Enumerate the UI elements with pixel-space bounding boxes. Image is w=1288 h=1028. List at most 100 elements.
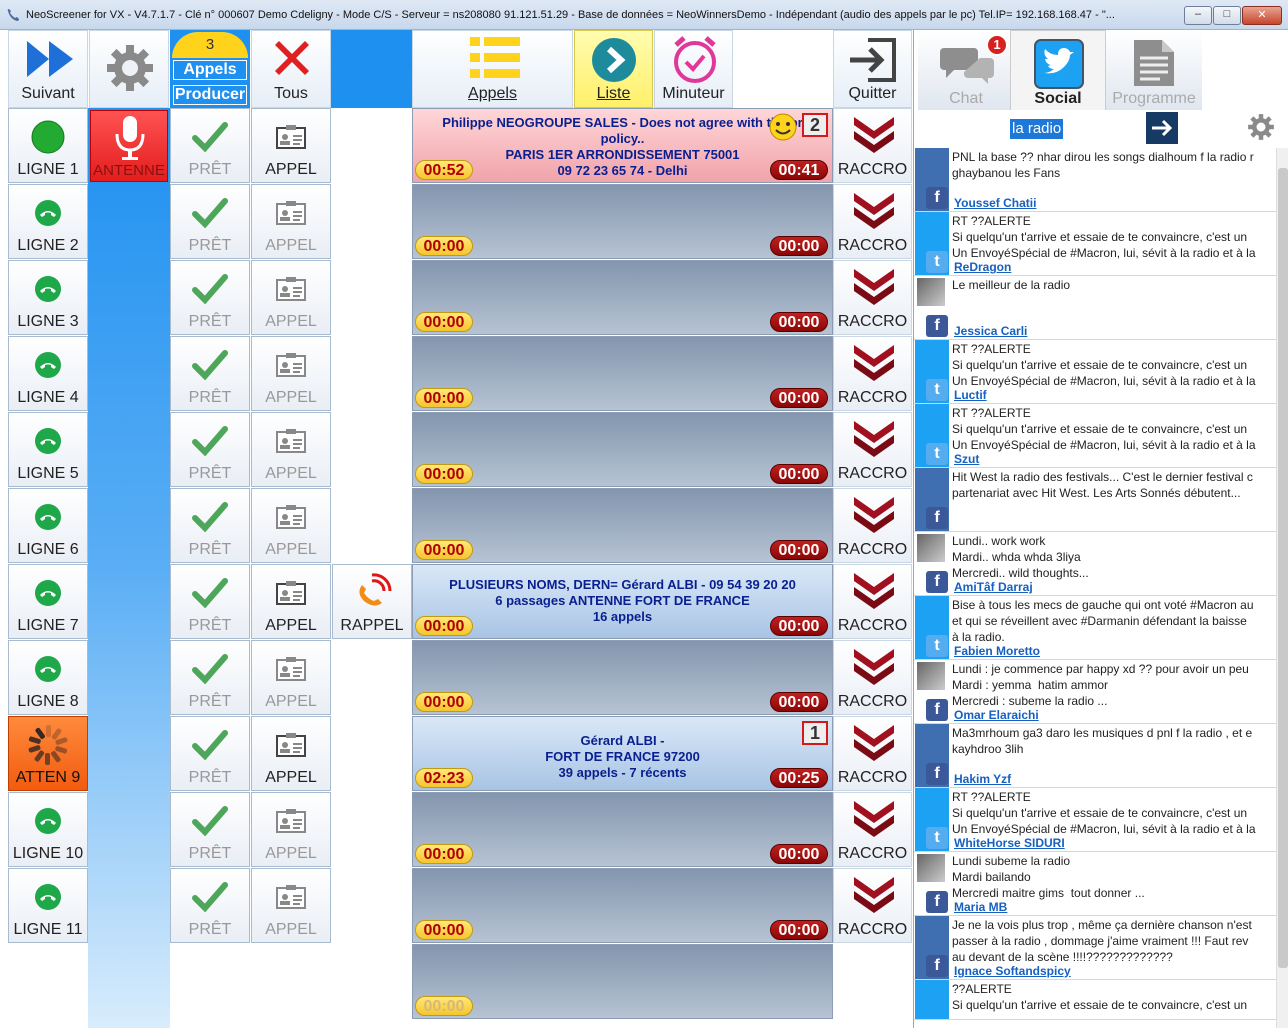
feed-item[interactable]: Lundi : je commence par happy xd ?? pour…	[914, 660, 1276, 724]
appel-button[interactable]: APPEL	[251, 260, 331, 335]
post-author[interactable]: Jessica Carli	[954, 324, 1027, 338]
appel-button[interactable]: APPEL	[251, 108, 331, 183]
feed-item[interactable]: Lundi subeme la radio Mardi bailando Mer…	[914, 852, 1276, 916]
feed-item[interactable]: RT ??ALERTE Si quelqu'un t'arrive et ess…	[914, 212, 1276, 276]
raccro-button[interactable]: RACCRO	[833, 184, 912, 259]
feed-item[interactable]: Le meilleur de la radio f Jessica Carli	[914, 276, 1276, 340]
pret-button[interactable]: PRÊT	[170, 336, 250, 411]
post-author[interactable]: Hakim Yzf	[954, 772, 1011, 786]
tous-button[interactable]: Tous	[251, 30, 331, 108]
feed-item[interactable]: Hit West la radio des festivals... C'est…	[914, 468, 1276, 532]
suivant-button[interactable]: Suivant	[8, 30, 88, 108]
post-author[interactable]: Szut	[954, 452, 979, 466]
raccro-button[interactable]: RACCRO	[833, 412, 912, 487]
post-author[interactable]: Luctif	[954, 388, 987, 402]
feed-item[interactable]: Je ne la vois plus trop , même ça derniè…	[914, 916, 1276, 980]
appel-button[interactable]: APPEL	[251, 716, 331, 791]
pret-button[interactable]: PRÊT	[170, 488, 250, 563]
appels-producer-button[interactable]: 3 Appels Producer	[170, 30, 250, 108]
raccro-button[interactable]: RACCRO	[833, 488, 912, 563]
line-button[interactable]: LIGNE 2	[8, 184, 88, 259]
pret-button[interactable]: PRÊT	[170, 640, 250, 715]
line-button[interactable]: LIGNE 7	[8, 564, 88, 639]
call-display[interactable]: 00:00 00:00	[412, 412, 833, 487]
post-author[interactable]: Maria MB	[954, 900, 1007, 914]
tab-liste[interactable]: Liste	[574, 30, 653, 108]
rappel-button[interactable]: RAPPEL	[332, 564, 412, 639]
quitter-button[interactable]: Quitter	[833, 30, 912, 108]
post-author[interactable]: Fabien Moretto	[954, 644, 1040, 658]
feed-item[interactable]: RT ??ALERTE Si quelqu'un t'arrive et ess…	[914, 404, 1276, 468]
pret-button[interactable]: PRÊT	[170, 260, 250, 335]
line-button[interactable]: ATTEN 9	[8, 716, 88, 791]
raccro-button[interactable]: RACCRO	[833, 564, 912, 639]
post-author[interactable]: WhiteHorse SIDURI	[954, 836, 1065, 850]
appel-button[interactable]: APPEL	[251, 792, 331, 867]
feed-item[interactable]: RT ??ALERTE Si quelqu'un t'arrive et ess…	[914, 788, 1276, 852]
maximize-button[interactable]: □	[1213, 6, 1241, 25]
appel-button[interactable]: APPEL	[251, 564, 331, 639]
call-display[interactable]: 00:00 00:00	[412, 792, 833, 867]
pret-button[interactable]: PRÊT	[170, 792, 250, 867]
close-button[interactable]: ✕	[1242, 6, 1282, 25]
feed-item[interactable]: RT ??ALERTE Si quelqu'un t'arrive et ess…	[914, 340, 1276, 404]
appel-button[interactable]: APPEL	[251, 640, 331, 715]
call-display[interactable]: 00:00 00:00	[412, 184, 833, 259]
raccro-button[interactable]: RACCRO	[833, 792, 912, 867]
appel-button[interactable]: APPEL	[251, 336, 331, 411]
post-author[interactable]: ReDragon	[954, 260, 1011, 274]
appel-button[interactable]: APPEL	[251, 488, 331, 563]
call-display[interactable]: 00:00 00:00	[412, 260, 833, 335]
appel-button[interactable]: APPEL	[251, 412, 331, 487]
call-display[interactable]: Philippe NEOGROUPE SALES - Does not agre…	[412, 108, 833, 183]
settings-button[interactable]	[89, 30, 169, 108]
post-author[interactable]: Youssef Chatii	[954, 196, 1036, 210]
line-button[interactable]: LIGNE 10	[8, 792, 88, 867]
raccro-button[interactable]: RACCRO	[833, 336, 912, 411]
feed-scrollbar[interactable]	[1276, 148, 1288, 1028]
search-input[interactable]: la radio	[1010, 119, 1064, 139]
post-author[interactable]: AmiTâf Darraj	[954, 580, 1033, 594]
tab-social[interactable]: Social	[1010, 30, 1106, 110]
feed-item[interactable]: ??ALERTE Si quelqu'un t'arrive et essaie…	[914, 980, 1276, 1020]
feed-item[interactable]: Lundi.. work work Mardi.. whda whda 3liy…	[914, 532, 1276, 596]
tab-programme[interactable]: Programme	[1106, 30, 1202, 110]
appel-button[interactable]: APPEL	[251, 868, 331, 943]
pret-button[interactable]: PRÊT	[170, 184, 250, 259]
line-button[interactable]: LIGNE 11	[8, 868, 88, 943]
tab-chat[interactable]: 1 Chat	[918, 30, 1014, 110]
pret-button[interactable]: PRÊT	[170, 108, 250, 183]
raccro-button[interactable]: RACCRO	[833, 640, 912, 715]
raccro-button[interactable]: RACCRO	[833, 108, 912, 183]
line-button[interactable]: LIGNE 6	[8, 488, 88, 563]
feed-item[interactable]: Ma3mrhoum ga3 daro les musiques d pnl f …	[914, 724, 1276, 788]
gear-icon[interactable]	[1247, 113, 1275, 141]
post-author[interactable]: Ignace Softandspicy	[954, 964, 1071, 978]
call-display[interactable]: 00:00 00:00	[412, 336, 833, 411]
line-button[interactable]: LIGNE 8	[8, 640, 88, 715]
tab-minuteur[interactable]: Minuteur	[654, 30, 733, 108]
feed-item[interactable]: PNL la base ?? nhar dirou les songs dial…	[914, 148, 1276, 212]
call-display[interactable]: 00:00	[412, 944, 833, 1019]
line-button[interactable]: LIGNE 3	[8, 260, 88, 335]
raccro-button[interactable]: RACCRO	[833, 868, 912, 943]
pret-button[interactable]: PRÊT	[170, 868, 250, 943]
line-button[interactable]: LIGNE 1	[8, 108, 88, 183]
pret-button[interactable]: PRÊT	[170, 716, 250, 791]
call-display[interactable]: 00:00 00:00	[412, 488, 833, 563]
minimize-button[interactable]: –	[1184, 6, 1212, 25]
line-button[interactable]: LIGNE 4	[8, 336, 88, 411]
tab-appels[interactable]: Appels	[412, 30, 573, 108]
raccro-button[interactable]: RACCRO	[833, 260, 912, 335]
call-display[interactable]: PLUSIEURS NOMS, DERN= Gérard ALBI - 09 5…	[412, 564, 833, 639]
raccro-button[interactable]: RACCRO	[833, 716, 912, 791]
search-go-button[interactable]	[1146, 112, 1178, 144]
call-display[interactable]: 00:00 00:00	[412, 640, 833, 715]
call-display[interactable]: 00:00 00:00	[412, 868, 833, 943]
pret-button[interactable]: PRÊT	[170, 412, 250, 487]
post-author[interactable]: Omar Elaraichi	[954, 708, 1039, 722]
scrollbar-thumb[interactable]	[1278, 168, 1288, 968]
feed-item[interactable]: Bise à tous les mecs de gauche qui ont v…	[914, 596, 1276, 660]
line-button[interactable]: LIGNE 5	[8, 412, 88, 487]
antenne-button[interactable]: ANTENNE	[90, 110, 168, 182]
